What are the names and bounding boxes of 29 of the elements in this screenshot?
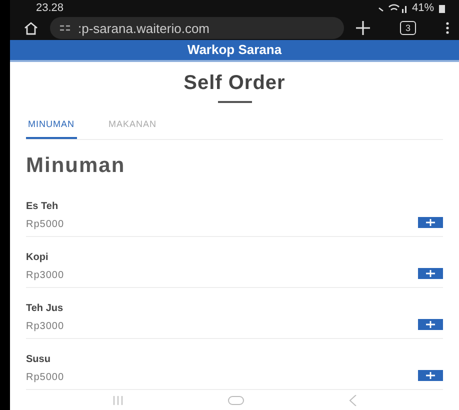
item-price: Rp3000 [26, 270, 64, 282]
category-tab[interactable]: MINUMAN [26, 115, 76, 140]
menu-icon[interactable] [446, 22, 449, 34]
app-header: Warkop Sarana [10, 40, 459, 62]
plus-icon[interactable] [356, 21, 370, 36]
item-name: Es Teh [26, 201, 60, 212]
plus-icon [426, 270, 435, 278]
item-name: Kopi [26, 252, 50, 264]
add-button[interactable] [418, 268, 443, 280]
page-title: Self Order [184, 72, 286, 96]
signal-icon [376, 4, 407, 13]
add-button[interactable] [418, 217, 443, 228]
status-time: 23.28 [36, 2, 64, 14]
url-field[interactable]: :p-sarana.waiterio.com [50, 17, 344, 40]
item-name: Susu [26, 354, 52, 366]
battery-icon [439, 4, 445, 13]
item-price: Rp5000 [26, 219, 64, 230]
plus-icon [426, 321, 435, 328]
home-icon[interactable] [24, 22, 38, 35]
plus-icon [426, 219, 435, 226]
item-price: Rp3000 [26, 321, 64, 332]
plus-icon [426, 372, 435, 380]
battery-percent: 41% [412, 2, 434, 14]
item-name: Teh Jus [26, 303, 64, 314]
add-button[interactable] [418, 370, 443, 382]
add-button[interactable] [418, 319, 443, 330]
item-price: Rp5000 [26, 372, 64, 384]
tab-count-button[interactable]: 3 [400, 21, 416, 36]
section-title: Minuman [26, 154, 126, 178]
